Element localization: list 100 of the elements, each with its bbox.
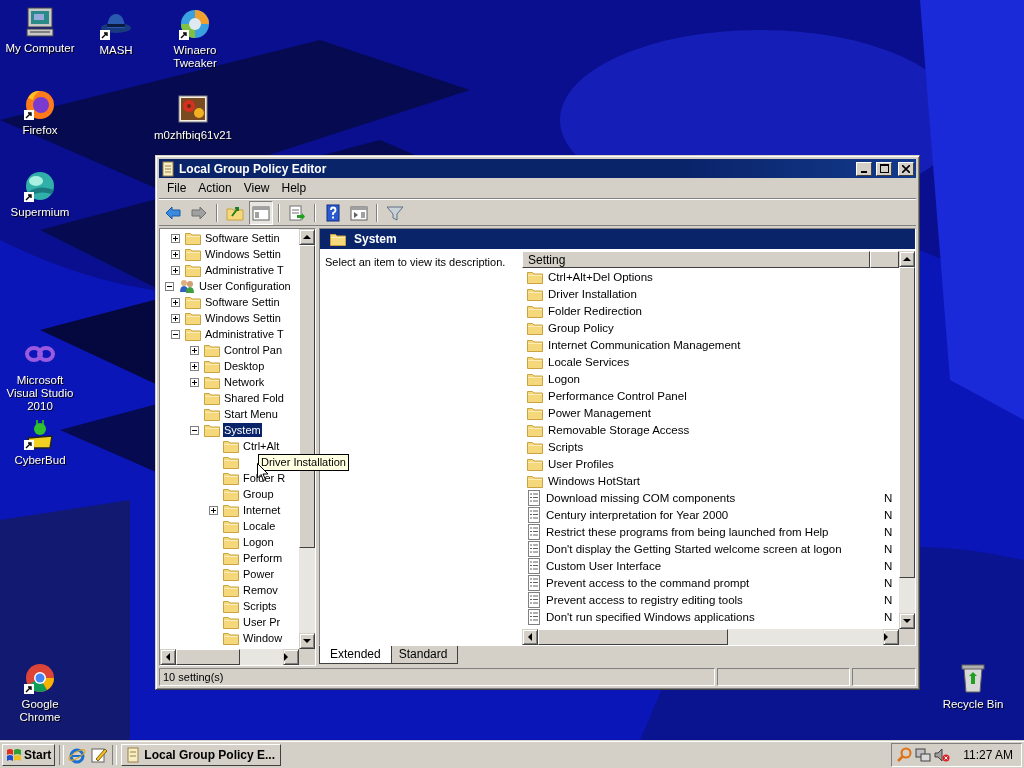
- scroll-left-button[interactable]: [160, 649, 176, 665]
- menu-item[interactable]: Action: [192, 181, 238, 195]
- expand-icon[interactable]: [171, 233, 180, 243]
- tree-item[interactable]: Group: [242, 487, 275, 501]
- tree-item[interactable]: Control Pan: [223, 343, 284, 357]
- maximize-button[interactable]: [876, 161, 892, 176]
- computer-icon[interactable]: [24, 6, 56, 38]
- scroll-up-button[interactable]: [299, 229, 315, 245]
- list-item[interactable]: Driver Installation: [548, 287, 880, 300]
- tree-item[interactable]: Perform: [242, 551, 284, 565]
- expand-icon[interactable]: [190, 345, 199, 355]
- desktop-icon-label[interactable]: Supermium: [10, 206, 70, 219]
- tree-item[interactable]: Software Settin: [204, 231, 281, 245]
- tree-item[interactable]: Shared Fold: [223, 391, 285, 405]
- speaker-muted-icon[interactable]: [934, 747, 951, 763]
- desktop-icon-label[interactable]: Microsoft Visual Studio 2010: [0, 374, 80, 413]
- scroll-thumb[interactable]: [538, 629, 728, 645]
- desktop-icon-label[interactable]: Firefox: [22, 124, 58, 137]
- scroll-down-button[interactable]: [299, 633, 315, 649]
- expand-icon[interactable]: [209, 505, 218, 515]
- color-wheel-icon[interactable]: [24, 662, 56, 694]
- sphere-icon[interactable]: [24, 170, 56, 202]
- scroll-thumb[interactable]: [176, 649, 241, 665]
- tree-item[interactable]: Start Menu: [223, 407, 279, 421]
- vertical-scrollbar[interactable]: [899, 251, 915, 629]
- tree-item[interactable]: Desktop: [223, 359, 266, 373]
- desktop-icon-label[interactable]: My Computer: [5, 42, 75, 55]
- scroll-thumb[interactable]: [899, 267, 915, 579]
- list-item[interactable]: Don't display the Getting Started welcome screen at logon: [546, 542, 878, 555]
- scroll-down-button[interactable]: [899, 613, 915, 629]
- expand-icon[interactable]: [190, 377, 199, 387]
- expand-icon[interactable]: [171, 313, 180, 323]
- notepad-pen-icon[interactable]: [90, 746, 109, 764]
- flame-globe-icon[interactable]: [24, 88, 56, 120]
- list-item[interactable]: Scripts: [548, 440, 880, 453]
- list-item[interactable]: Prevent access to registry editing tools: [546, 593, 878, 606]
- tree-item[interactable]: Internet: [242, 503, 282, 517]
- browser-e-icon[interactable]: [68, 746, 87, 764]
- list-item[interactable]: Custom User Interface: [546, 559, 878, 572]
- minimize-button[interactable]: [856, 161, 872, 176]
- column-header[interactable]: Setting: [522, 251, 870, 268]
- network-icon[interactable]: [915, 747, 932, 763]
- desktop-icon-label[interactable]: MASH: [99, 44, 133, 57]
- desktop-icon-label[interactable]: Google Chrome: [0, 698, 80, 724]
- tree-item[interactable]: Software Settin: [204, 295, 281, 309]
- list-item[interactable]: Internet Communication Management: [548, 338, 880, 351]
- swirl-icon[interactable]: [179, 8, 211, 40]
- expand-icon[interactable]: [171, 297, 180, 307]
- desktop-icon-label[interactable]: m0zhfbiq61v21: [154, 129, 232, 142]
- tree-item[interactable]: User Configuration: [198, 279, 292, 293]
- list-item[interactable]: Century interpretation for Year 2000: [546, 508, 878, 521]
- list-item[interactable]: Download missing COM components: [546, 491, 878, 504]
- tree-pane-icon[interactable]: [249, 201, 273, 225]
- menu-item[interactable]: View: [237, 181, 276, 195]
- list-item[interactable]: Restrict these programs from being launched from Help: [546, 525, 878, 538]
- expand-icon[interactable]: [190, 361, 199, 371]
- tree-item[interactable]: System: [223, 423, 262, 437]
- close-button[interactable]: [898, 161, 914, 176]
- column-header[interactable]: [870, 251, 899, 268]
- tree-item[interactable]: Scripts: [242, 599, 278, 613]
- list-item[interactable]: Don't run specified Windows applications: [546, 610, 878, 623]
- desktop-icon-label[interactable]: CyberBud: [14, 454, 66, 467]
- tree-item[interactable]: User Pr: [242, 615, 282, 629]
- collapse-icon[interactable]: [171, 329, 180, 339]
- collapse-icon[interactable]: [190, 425, 199, 435]
- tree-item[interactable]: Windows Settin: [204, 247, 282, 261]
- tree-item[interactable]: Window: [242, 631, 284, 645]
- horizontal-scrollbar[interactable]: [522, 629, 899, 645]
- start-button[interactable]: Start: [2, 744, 56, 766]
- tree-item[interactable]: Network: [223, 375, 266, 389]
- tab[interactable]: Extended: [319, 646, 392, 664]
- tree-item[interactable]: Windows Settin: [204, 311, 282, 325]
- list-item[interactable]: User Profiles: [548, 457, 880, 470]
- tree-item[interactable]: Ctrl+Alt: [242, 439, 281, 453]
- list-item[interactable]: Folder Redirection: [548, 304, 880, 317]
- list-item[interactable]: Locale Services: [548, 355, 880, 368]
- list-item[interactable]: Ctrl+Alt+Del Options: [548, 270, 880, 283]
- menu-item[interactable]: File: [161, 181, 193, 195]
- tree-item[interactable]: Logon: [242, 535, 275, 549]
- tree-item[interactable]: Locale: [242, 519, 277, 533]
- horizontal-scrollbar[interactable]: [160, 649, 299, 665]
- list-item[interactable]: Performance Control Panel: [548, 389, 880, 402]
- expand-icon[interactable]: [171, 249, 180, 259]
- list-item[interactable]: Logon: [548, 372, 880, 385]
- scroll-up-button[interactable]: [899, 251, 915, 267]
- list-item[interactable]: Prevent access to the command prompt: [546, 576, 878, 589]
- list-item[interactable]: Windows HotStart: [548, 474, 880, 487]
- tree-item[interactable]: Remov: [242, 583, 279, 597]
- scroll-right-button[interactable]: [883, 629, 899, 645]
- list-item[interactable]: Group Policy: [548, 321, 880, 334]
- tree-item[interactable]: Power: [242, 567, 276, 581]
- image-file-icon[interactable]: [177, 93, 209, 125]
- scroll-left-button[interactable]: [522, 629, 538, 645]
- list-item[interactable]: Removable Storage Access: [548, 423, 880, 436]
- tree-item[interactable]: Administrative T: [204, 327, 285, 341]
- desktop-icon-label[interactable]: Winaero Tweaker: [151, 44, 239, 70]
- menu-item[interactable]: Help: [275, 181, 313, 195]
- tree-item[interactable]: Administrative T: [204, 263, 285, 277]
- expand-icon[interactable]: [171, 265, 180, 275]
- list-item[interactable]: Power Management: [548, 406, 880, 419]
